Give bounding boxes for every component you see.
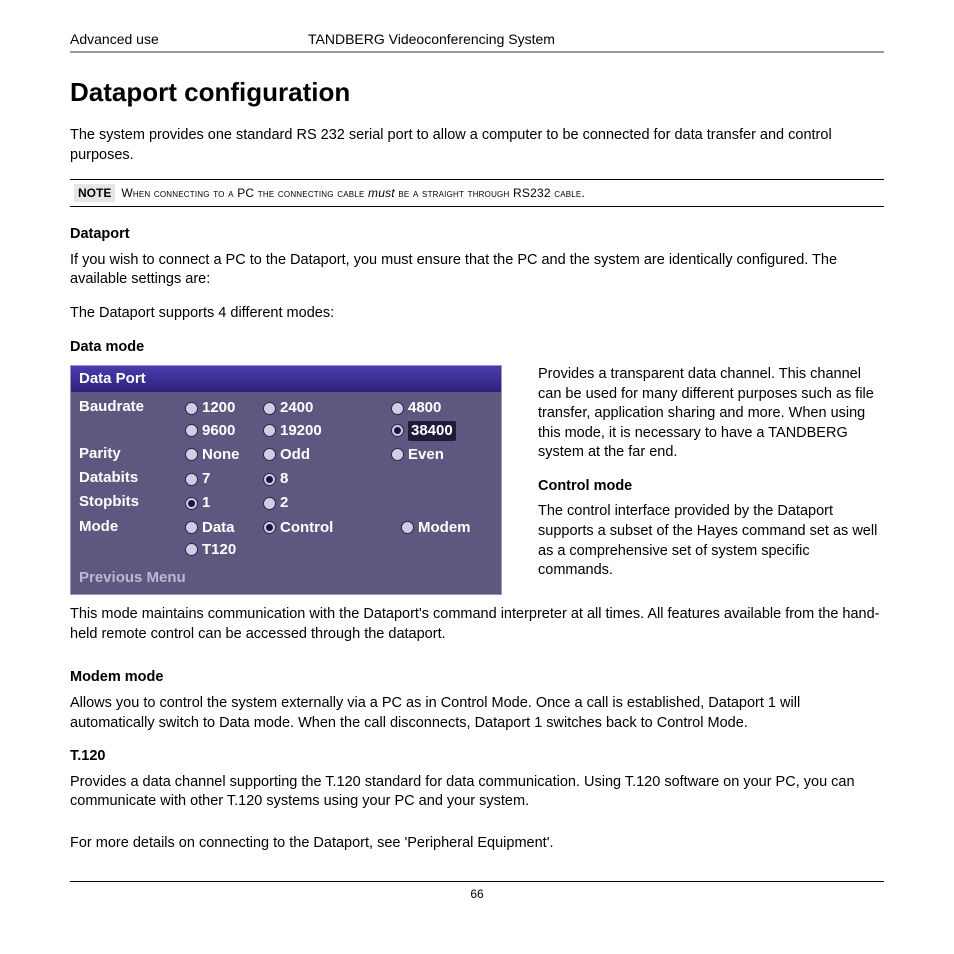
t120-desc: Provides a data channel supporting the T…	[70, 773, 884, 812]
radio-label: Modem	[418, 518, 471, 538]
controlmode-desc: The control interface provided by the Da…	[538, 502, 884, 580]
radio-label: 1	[202, 493, 210, 513]
datamode-desc: Provides a transparent data channel. Thi…	[538, 365, 884, 463]
radio-label: 2400	[280, 398, 313, 418]
radio-option[interactable]: None	[185, 444, 263, 466]
page-title: Dataport configuration	[70, 75, 884, 110]
radio-option[interactable]: 1	[185, 492, 263, 514]
radio-label: 7	[202, 469, 210, 489]
radio-option[interactable]: 1200	[185, 397, 263, 419]
radio-option[interactable]: Odd	[263, 444, 341, 466]
radio-icon	[263, 473, 276, 486]
radio-icon	[185, 473, 198, 486]
radio-icon	[185, 497, 198, 510]
option-row: Parity None Odd Even	[79, 443, 493, 467]
radio-label: Data	[202, 518, 235, 538]
radio-option[interactable]: T120	[185, 539, 263, 561]
radio-option[interactable]: Modem	[401, 517, 479, 539]
option-values: 12	[185, 492, 493, 514]
option-row: Stopbits12	[79, 491, 493, 515]
radio-icon	[185, 543, 198, 556]
radio-label: T120	[202, 540, 236, 560]
radio-icon	[263, 521, 276, 534]
modemmode-heading: Modem mode	[70, 668, 884, 688]
radio-option[interactable]: 9600	[185, 420, 263, 442]
radio-icon	[263, 448, 276, 461]
radio-icon	[391, 424, 404, 437]
radio-label: 38400	[408, 421, 456, 441]
option-label: Stopbits	[79, 492, 185, 512]
radio-option[interactable]: 4800	[391, 397, 469, 419]
option-values: 1200 2400 4800 9600 19200 38400	[185, 397, 493, 442]
page-number: 66	[70, 886, 884, 902]
radio-label: 2	[280, 493, 288, 513]
dataport-panel: Data Port Baudrate 1200 2400 4800 9600 19200 3…	[70, 365, 502, 595]
radio-option[interactable]: 38400	[391, 420, 469, 442]
radio-icon	[185, 521, 198, 534]
controlmode-extra: This mode maintains communication with t…	[70, 605, 884, 644]
radio-label: Odd	[280, 445, 310, 465]
note-label: NOTE	[74, 184, 115, 202]
page-header: Advanced use TANDBERG Videoconferencing …	[70, 30, 884, 53]
radio-label: Control	[280, 518, 333, 538]
radio-option[interactable]: Control	[263, 517, 351, 539]
see-also: For more details on connecting to the Da…	[70, 834, 884, 854]
radio-label: 8	[280, 469, 288, 489]
dataport-desc-1: If you wish to connect a PC to the Datap…	[70, 251, 884, 290]
footer-rule	[70, 881, 884, 882]
radio-option[interactable]: 19200	[263, 420, 341, 442]
radio-icon	[185, 424, 198, 437]
option-row: Databits78	[79, 467, 493, 491]
radio-icon	[401, 521, 414, 534]
radio-label: 9600	[202, 421, 235, 441]
radio-label: 4800	[408, 398, 441, 418]
dataport-heading: Dataport	[70, 225, 884, 245]
modemmode-desc: Allows you to control the system externa…	[70, 694, 884, 733]
previous-menu[interactable]: Previous Menu	[79, 562, 493, 588]
radio-icon	[185, 402, 198, 415]
radio-option[interactable]: Data	[185, 517, 263, 539]
radio-icon	[263, 402, 276, 415]
option-values: Data Control Modem T120	[185, 517, 493, 562]
option-values: None Odd Even	[185, 444, 493, 466]
option-values: 78	[185, 468, 493, 490]
note-text: When connecting to a PC the connecting c…	[121, 185, 585, 201]
header-section: Advanced use	[70, 30, 308, 49]
option-row: Mode Data Control Modem T120	[79, 516, 493, 563]
option-label: Mode	[79, 517, 185, 537]
radio-icon	[391, 402, 404, 415]
radio-icon	[263, 497, 276, 510]
radio-option[interactable]: 7	[185, 468, 263, 490]
option-label: Baudrate	[79, 397, 185, 417]
controlmode-heading: Control mode	[538, 477, 884, 497]
option-label: Parity	[79, 444, 185, 464]
option-label: Databits	[79, 468, 185, 488]
radio-label: 19200	[280, 421, 322, 441]
radio-option[interactable]: 8	[263, 468, 341, 490]
t120-heading: T.120	[70, 747, 884, 767]
dataport-desc-2: The Dataport supports 4 different modes:	[70, 304, 884, 324]
radio-option[interactable]: Even	[391, 444, 469, 466]
radio-label: Even	[408, 445, 444, 465]
datamode-heading: Data mode	[70, 338, 884, 358]
radio-label: None	[202, 445, 240, 465]
note-box: NOTE When connecting to a PC the connect…	[70, 179, 884, 207]
intro-text: The system provides one standard RS 232 …	[70, 126, 884, 165]
radio-icon	[391, 448, 404, 461]
panel-title: Data Port	[71, 366, 501, 392]
radio-option[interactable]: 2400	[263, 397, 341, 419]
option-row: Baudrate 1200 2400 4800 9600 19200 38400	[79, 396, 493, 443]
radio-icon	[185, 448, 198, 461]
radio-label: 1200	[202, 398, 235, 418]
radio-option[interactable]: 2	[263, 492, 341, 514]
header-product: TANDBERG Videoconferencing System	[308, 30, 884, 49]
radio-icon	[263, 424, 276, 437]
